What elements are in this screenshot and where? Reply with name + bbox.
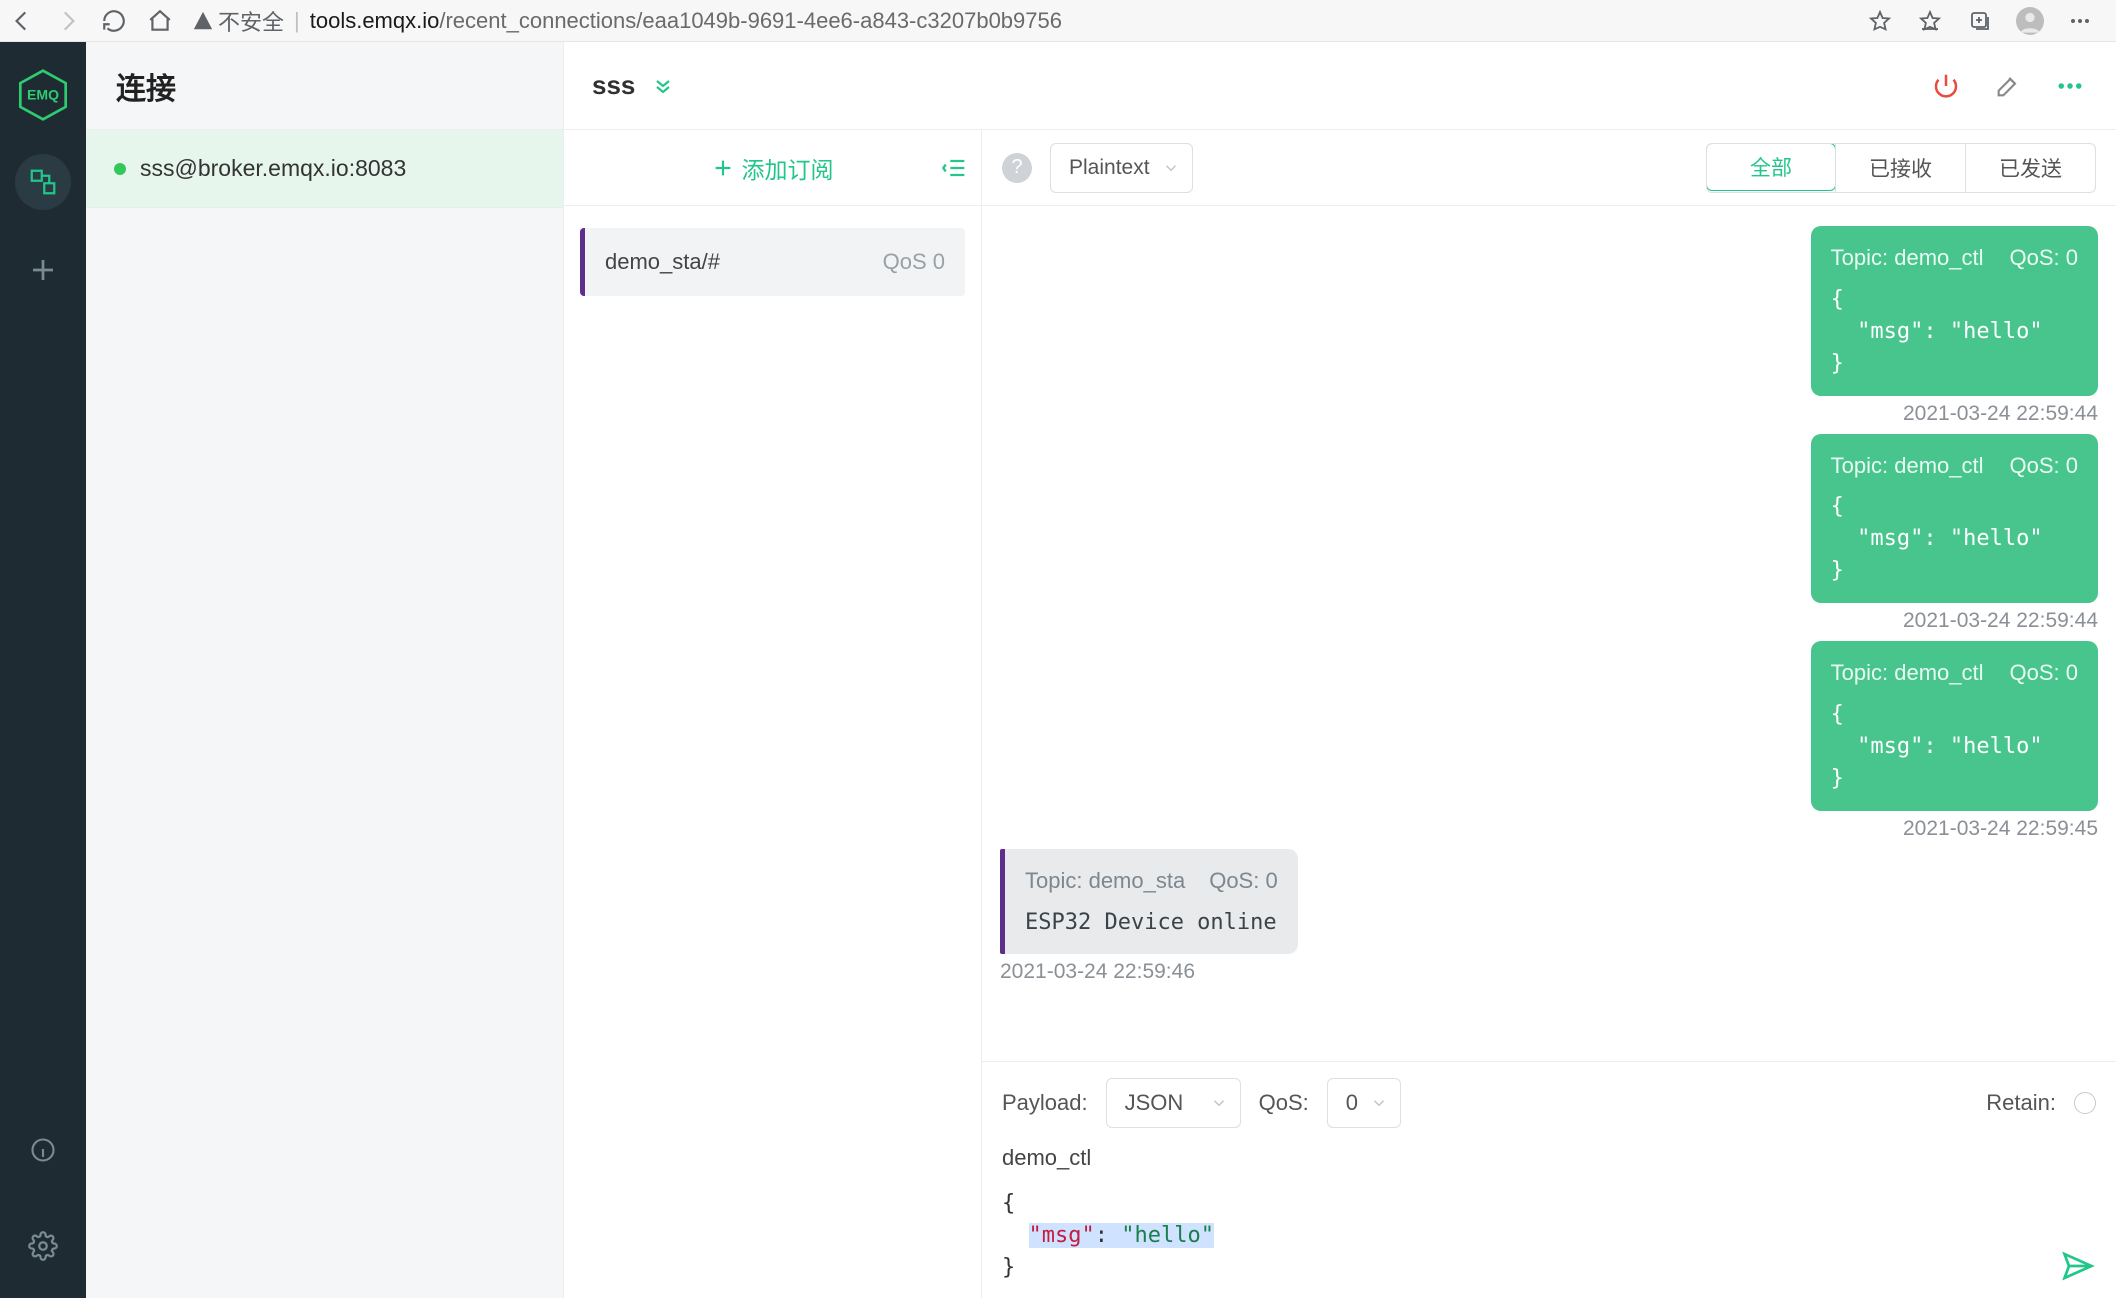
message-payload: { "msg": "hello" }	[1831, 284, 2078, 380]
message-filter-tabs: 全部已接收已发送	[1706, 143, 2096, 193]
messages-panel: ? Plaintext 全部已接收已发送 Topic: demo_ctl QoS:…	[982, 130, 2116, 1298]
qos-value: 0	[1346, 1090, 1358, 1116]
rail-settings[interactable]	[15, 1218, 71, 1274]
qos-label: QoS:	[1259, 1090, 1309, 1116]
browser-menu-icon[interactable]	[2066, 7, 2094, 35]
insecure-label: 不安全	[218, 5, 284, 37]
message-qos: QoS: 0	[2010, 657, 2078, 689]
publish-payload-input[interactable]: { "msg": "hello" }	[1002, 1188, 2096, 1284]
more-icon[interactable]	[2052, 68, 2088, 104]
filter-tab[interactable]: 已发送	[1965, 144, 2095, 192]
status-dot-icon	[114, 163, 126, 175]
publish-topic-input[interactable]: demo_ctl	[1002, 1138, 2096, 1178]
message-bubble: Topic: demo_ctl QoS: 0 { "msg": "hello" }	[1811, 434, 2098, 604]
insecure-icon: 不安全	[192, 5, 284, 37]
sent-message: Topic: demo_ctl QoS: 0 { "msg": "hello" } 2…	[1000, 641, 2098, 841]
emqx-logo: EMQ	[16, 68, 70, 122]
message-qos: QoS: 0	[1209, 865, 1277, 897]
message-timestamp: 2021-03-24 22:59:46	[1000, 960, 1195, 984]
add-subscription-button[interactable]: 添加订阅	[564, 130, 981, 206]
rail-about[interactable]	[15, 1122, 71, 1178]
help-icon[interactable]: ?	[1002, 153, 1032, 183]
edit-icon[interactable]	[1990, 68, 2026, 104]
filter-tab[interactable]: 全部	[1706, 143, 1836, 191]
message-topic: Topic: demo_sta	[1025, 865, 1185, 897]
send-icon[interactable]	[2060, 1248, 2096, 1284]
message-payload: ESP32 Device online	[1025, 907, 1278, 939]
subscription-qos: QoS 0	[883, 249, 945, 275]
add-subscription-label: 添加订阅	[742, 151, 834, 185]
payload-label: Payload:	[1002, 1090, 1088, 1116]
message-topic: Topic: demo_ctl	[1831, 242, 1984, 274]
collapse-subs-icon[interactable]	[941, 154, 969, 182]
star-outline-icon[interactable]	[1866, 7, 1894, 35]
svg-text:EMQ: EMQ	[27, 86, 59, 102]
sent-message: Topic: demo_ctl QoS: 0 { "msg": "hello" } 2…	[1000, 226, 2098, 426]
home-icon[interactable]	[146, 7, 174, 35]
profile-avatar[interactable]	[2016, 7, 2044, 35]
message-bubble: Topic: demo_ctl QoS: 0 { "msg": "hello" }	[1811, 226, 2098, 396]
connections-header: 连接	[86, 42, 563, 130]
filter-tab[interactable]: 已接收	[1835, 144, 1965, 192]
connections-panel: 连接 sss@broker.emqx.io:8083	[86, 42, 564, 1298]
browser-chrome: 不安全 | tools.emqx.io/recent_connections/e…	[0, 0, 2116, 42]
retain-label: Retain:	[1986, 1090, 2056, 1116]
refresh-icon[interactable]	[100, 7, 128, 35]
nav-rail: EMQ	[0, 42, 86, 1298]
messages-list[interactable]: Topic: demo_ctl QoS: 0 { "msg": "hello" } 2…	[982, 206, 2116, 1061]
subscription-topic: demo_sta/#	[605, 249, 720, 275]
publish-panel: Payload: JSON QoS: 0 Retain:	[982, 1061, 2116, 1298]
subscriptions-panel: 添加订阅 demo_sta/# QoS 0	[564, 130, 982, 1298]
subscriptions-list[interactable]: demo_sta/# QoS 0	[564, 206, 981, 1298]
message-topic: Topic: demo_ctl	[1831, 450, 1984, 482]
message-timestamp: 2021-03-24 22:59:45	[1903, 817, 2098, 841]
subscription-item[interactable]: demo_sta/# QoS 0	[580, 228, 965, 296]
expand-details-icon[interactable]	[651, 74, 675, 98]
payload-format-select[interactable]: JSON	[1106, 1078, 1241, 1128]
message-timestamp: 2021-03-24 22:59:44	[1903, 609, 2098, 633]
message-bubble: Topic: demo_ctl QoS: 0 { "msg": "hello" }	[1811, 641, 2098, 811]
message-qos: QoS: 0	[2010, 242, 2078, 274]
message-topic: Topic: demo_ctl	[1831, 657, 1984, 689]
message-timestamp: 2021-03-24 22:59:44	[1903, 402, 2098, 426]
disconnect-icon[interactable]	[1928, 68, 1964, 104]
connection-title: sss	[592, 70, 635, 101]
connection-header: sss	[564, 42, 2116, 130]
messages-toolbar: ? Plaintext 全部已接收已发送	[982, 130, 2116, 206]
retain-toggle[interactable]	[2074, 1092, 2096, 1114]
forward-icon	[54, 7, 82, 35]
chevron-down-icon	[1370, 1094, 1388, 1112]
url-path: /recent_connections/eaa1049b-9691-4ee6-a…	[439, 8, 1062, 33]
message-bubble: Topic: demo_sta QoS: 0 ESP32 Device online	[1000, 849, 1298, 955]
collections-icon[interactable]	[1966, 7, 1994, 35]
received-message: Topic: demo_sta QoS: 0 ESP32 Device online…	[1000, 849, 2098, 985]
rail-new[interactable]	[15, 242, 71, 298]
favorites-icon[interactable]	[1916, 7, 1944, 35]
connection-item[interactable]: sss@broker.emqx.io:8083	[86, 130, 563, 208]
message-payload: { "msg": "hello" }	[1831, 699, 2078, 795]
payload-display-format-value: Plaintext	[1069, 156, 1150, 180]
connection-name: sss@broker.emqx.io:8083	[140, 155, 406, 182]
payload-format-value: JSON	[1125, 1090, 1184, 1116]
message-payload: { "msg": "hello" }	[1831, 491, 2078, 587]
address-bar[interactable]: 不安全 | tools.emqx.io/recent_connections/e…	[192, 5, 1848, 37]
rail-connections[interactable]	[15, 154, 71, 210]
qos-select[interactable]: 0	[1327, 1078, 1401, 1128]
chevron-down-icon	[1210, 1094, 1228, 1112]
addr-separator: |	[294, 8, 300, 34]
sent-message: Topic: demo_ctl QoS: 0 { "msg": "hello" } 2…	[1000, 434, 2098, 634]
publish-topic-value: demo_ctl	[1002, 1145, 1091, 1171]
message-qos: QoS: 0	[2010, 450, 2078, 482]
payload-display-format-select[interactable]: Plaintext	[1050, 143, 1193, 193]
chevron-down-icon	[1162, 159, 1180, 177]
url-host: tools.emqx.io	[310, 8, 440, 33]
back-icon[interactable]	[8, 7, 36, 35]
